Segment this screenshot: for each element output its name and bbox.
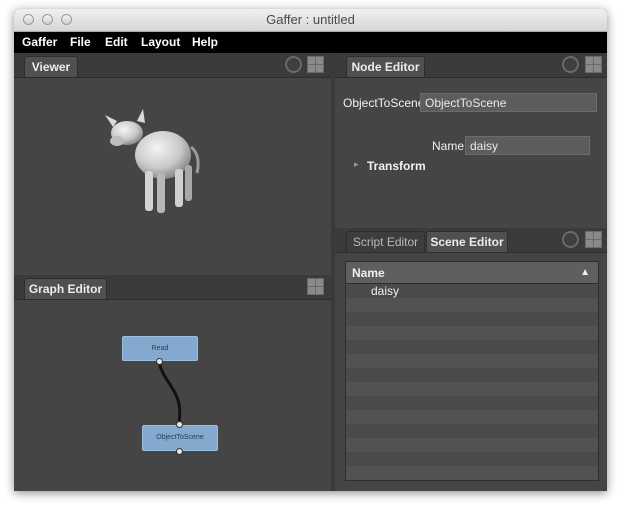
cow-model-render[interactable] (99, 103, 209, 233)
tab-viewer[interactable]: Viewer (24, 56, 78, 77)
empty-row (346, 438, 598, 452)
column-header-label: Name (352, 266, 385, 280)
object-to-scene-output-plug[interactable] (176, 448, 183, 455)
node-editor-settings-circle-icon[interactable] (562, 56, 579, 73)
graph-editor-panel: Graph Editor Read ObjectToScene (14, 275, 331, 491)
empty-row (346, 298, 598, 312)
node-read-label: Read (151, 345, 169, 352)
empty-row (346, 410, 598, 424)
scene-editor-layout-grid-icon[interactable] (585, 231, 602, 248)
tab-node-editor[interactable]: Node Editor (346, 56, 425, 77)
list-item[interactable]: daisy (346, 284, 598, 298)
tab-scene-editor[interactable]: Scene Editor (426, 231, 508, 252)
list-item-label: daisy (371, 284, 400, 298)
scene-editor-settings-circle-icon[interactable] (562, 231, 579, 248)
empty-row (346, 340, 598, 354)
empty-row (346, 326, 598, 340)
menu-help[interactable]: Help (192, 32, 218, 53)
empty-row (346, 354, 598, 368)
read-output-plug[interactable] (156, 358, 163, 365)
node-type-label: ObjectToScene (343, 96, 425, 110)
window-title: Gaffer : untitled (266, 12, 355, 27)
scene-editor-panel: Script Editor Scene Editor Name ▲ daisy (335, 228, 607, 491)
name-label: Name (432, 139, 465, 153)
empty-row (346, 396, 598, 410)
empty-row (346, 466, 598, 480)
node-editor-layout-grid-icon[interactable] (585, 56, 602, 73)
empty-row (346, 312, 598, 326)
expand-arrow-icon[interactable]: ▸ (354, 159, 359, 170)
empty-row (346, 452, 598, 466)
viewer-layout-grid-icon[interactable] (307, 56, 324, 73)
empty-row (346, 368, 598, 382)
transform-section[interactable]: Transform (367, 159, 426, 173)
zoom-window-button[interactable] (61, 14, 72, 25)
node-name-field[interactable]: ObjectToScene (420, 93, 597, 112)
column-header-name[interactable]: Name ▲ (346, 262, 598, 284)
tab-script-editor[interactable]: Script Editor (346, 231, 425, 252)
sort-arrow-icon[interactable]: ▲ (580, 262, 590, 284)
node-editor-panel: Node Editor ObjectToScene ObjectToScene … (335, 53, 607, 233)
menu-bar: Gaffer File Edit Layout Help (14, 32, 607, 53)
viewer-panel: Viewer (14, 53, 331, 279)
graph-connection (157, 361, 182, 424)
viewer-settings-circle-icon[interactable] (285, 56, 302, 73)
menu-layout[interactable]: Layout (141, 32, 180, 53)
scene-hierarchy-list[interactable]: Name ▲ daisy (345, 261, 599, 481)
scene-editor-tab-strip: Script Editor Scene Editor (335, 228, 607, 253)
node-editor-tab-strip: Node Editor (335, 53, 607, 78)
empty-row (346, 382, 598, 396)
title-bar: Gaffer : untitled (14, 9, 607, 32)
object-to-scene-input-plug[interactable] (176, 421, 183, 428)
name-field[interactable]: daisy (465, 136, 590, 155)
app-window: Gaffer : untitled Gaffer File Edit Layou… (14, 9, 607, 491)
menu-gaffer[interactable]: Gaffer (22, 32, 57, 53)
minimize-window-button[interactable] (42, 14, 53, 25)
menu-edit[interactable]: Edit (105, 32, 128, 53)
menu-file[interactable]: File (70, 32, 91, 53)
close-window-button[interactable] (23, 14, 34, 25)
viewer-tab-strip: Viewer (14, 53, 331, 78)
empty-row (346, 424, 598, 438)
node-object-to-scene-label: ObjectToScene (156, 434, 204, 441)
